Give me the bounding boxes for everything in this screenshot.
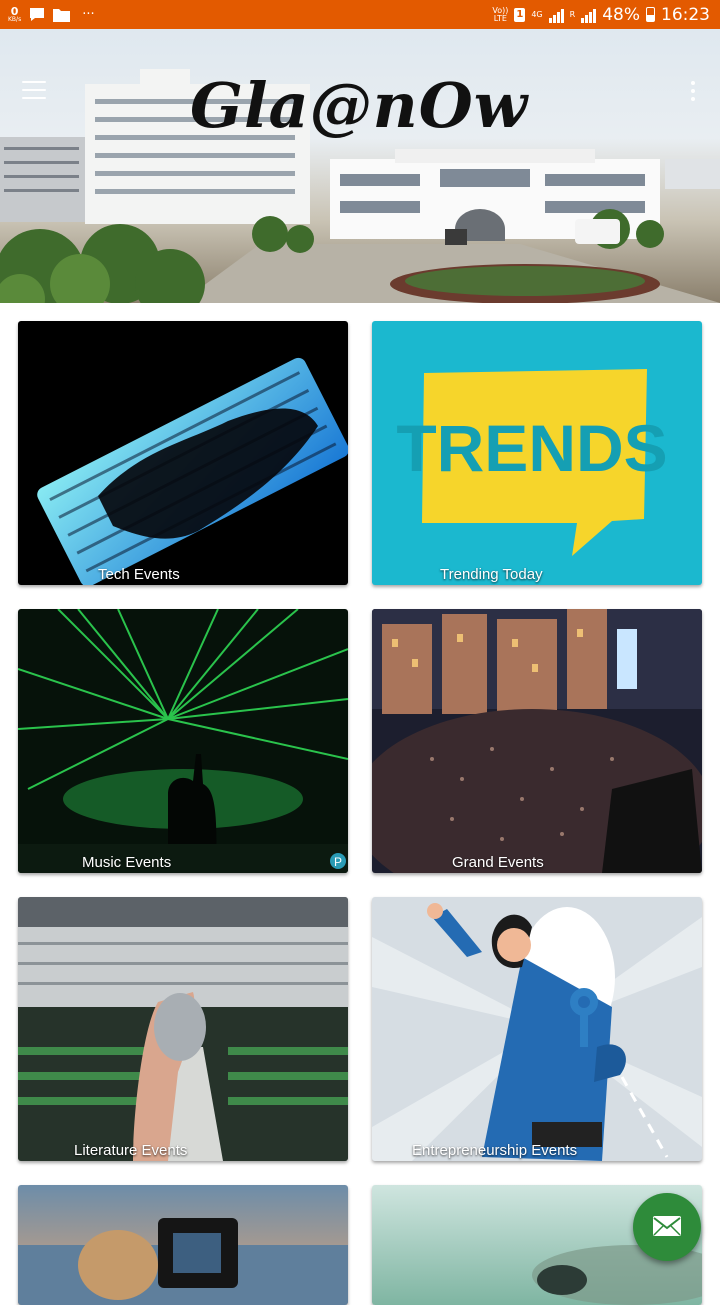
sim-icon: 1 [514, 7, 526, 22]
trending-today-image: TRENDS [396, 369, 668, 556]
clock: 16:23 [661, 4, 710, 25]
card-tech-events[interactable]: Tech Events [18, 321, 348, 585]
network-type: 4G [531, 9, 543, 19]
battery-percent: 48% [602, 4, 640, 25]
signal-icon [548, 7, 564, 23]
music-image-badge: P [334, 855, 342, 869]
card-label: Entrepreneurship Events [412, 1142, 578, 1159]
status-bar: 0 KB/s ··· Vo)) LTE 1 4G R 48% 16:23 [0, 0, 720, 29]
card-partial-left[interactable] [18, 1185, 348, 1305]
message-notification-icon [30, 8, 45, 21]
network-speed-unit: KB/s [8, 16, 22, 23]
status-right: Vo)) LTE 1 4G R 48% 16:23 [492, 0, 710, 29]
card-label: Tech Events [98, 566, 180, 583]
signal-icon-2 [581, 7, 597, 23]
status-left: 0 KB/s ··· [8, 2, 95, 27]
network-speed: 0 KB/s [8, 6, 21, 23]
literature-events-image [18, 897, 348, 1161]
card-label: Literature Events [74, 1142, 188, 1159]
tech-events-image [37, 357, 348, 585]
mail-fab-button[interactable] [633, 1193, 701, 1261]
battery-icon [646, 7, 655, 22]
card-label: Music Events [82, 854, 172, 871]
card-music-events[interactable]: P Music Events [18, 609, 348, 873]
music-events-image: P [18, 609, 348, 873]
entrepreneurship-events-image [372, 903, 702, 1161]
roaming-indicator: R [569, 9, 576, 19]
card-grand-events[interactable]: Grand Events [372, 609, 702, 873]
app-header: Gla@nOw [0, 29, 720, 303]
grand-events-image [372, 609, 702, 873]
card-literature-events[interactable]: Literature Events [18, 897, 348, 1161]
volte-indicator: Vo)) LTE [492, 6, 508, 23]
app-logo: Gla@nOw [190, 69, 529, 142]
card-trending-today[interactable]: TRENDS Trending Today [372, 321, 702, 585]
folder-notification-icon [53, 8, 71, 22]
menu-icon[interactable] [22, 81, 46, 99]
card-label: Grand Events [452, 854, 544, 871]
volte-bottom: LTE [493, 13, 507, 23]
card-entrepreneurship-events[interactable]: Entrepreneurship Events [372, 897, 702, 1161]
mail-icon [653, 1216, 681, 1236]
more-notifications-icon: ··· [82, 7, 95, 22]
more-options-icon[interactable] [690, 81, 696, 101]
camera-scene-image [18, 1218, 348, 1305]
trends-sign-text: TRENDS [396, 411, 667, 485]
card-label: Trending Today [440, 566, 543, 583]
